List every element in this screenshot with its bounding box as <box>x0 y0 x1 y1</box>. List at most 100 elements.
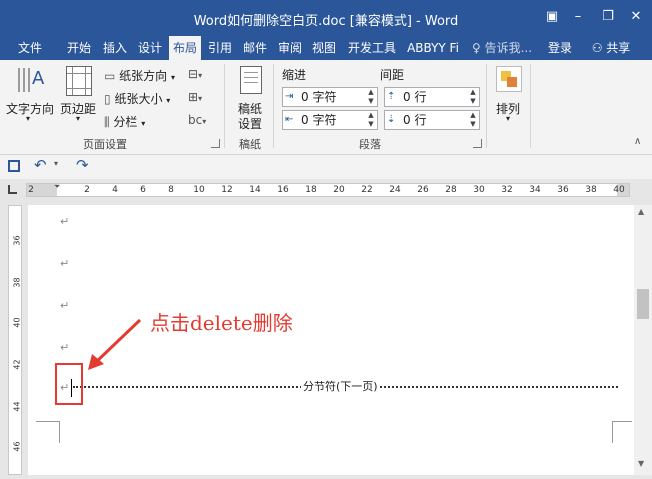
ruler-tick-label: 36 <box>557 185 569 195</box>
tab-review[interactable]: 审阅 <box>275 36 305 60</box>
minimize-button[interactable]: – <box>566 8 590 26</box>
tab-mailings[interactable]: 邮件 <box>240 36 270 60</box>
paragraph-launcher-icon[interactable] <box>473 139 482 148</box>
ruler-tick-label: 4 <box>112 185 118 195</box>
tab-layout[interactable]: 布局 <box>169 36 201 60</box>
login-link[interactable]: 登录 <box>544 36 576 60</box>
tab-file[interactable]: 文件 <box>8 36 52 60</box>
tab-view[interactable]: 视图 <box>309 36 339 60</box>
horizontal-ruler: ⏷ 2 2 4 6 8 10 12 14 16 18 20 22 24 26 28 30 32 34 36 38 40 <box>0 180 652 200</box>
indent-left-value: 0 字符 <box>301 90 337 104</box>
spacing-after-input[interactable]: ⇣ 0 行 ▲ ▼ <box>384 110 480 130</box>
spacing-before-input[interactable]: ⇡ 0 行 ▲ ▼ <box>384 87 480 107</box>
vertical-ruler: 36 38 40 42 44 46 <box>8 205 22 475</box>
vertical-scrollbar[interactable]: ▲ ▼ <box>634 205 652 475</box>
spacing-after-value: 0 行 <box>403 113 427 127</box>
paragraph-mark: ↵ <box>60 341 70 354</box>
group-divider <box>530 64 531 148</box>
ruler-tick-label: 2 <box>28 185 34 195</box>
undo-dropdown-icon[interactable]: ▾ <box>54 159 58 168</box>
breaks-button[interactable]: ⊟▾ <box>188 67 202 81</box>
ruler-tick-label: 22 <box>361 185 373 195</box>
tell-me-box[interactable]: ♀ 告诉我... <box>470 36 534 60</box>
ruler-tick-label: 40 <box>613 185 625 195</box>
vertical-ruler-tick-label: 40 <box>12 317 22 328</box>
indent-left-spinner-icon[interactable]: ▲ ▼ <box>366 88 376 106</box>
ruler-tick-label: 18 <box>305 185 317 195</box>
breaks-icon: ⊟ <box>188 67 199 81</box>
tab-insert[interactable]: 插入 <box>100 36 130 60</box>
ruler-tick-label: 2 <box>84 185 90 195</box>
paragraph-mark: ↵ <box>60 257 70 270</box>
share-button[interactable]: ⚇ 共享 <box>584 36 638 60</box>
undo-icon[interactable]: ↶ <box>34 156 47 174</box>
ribbon: A 文字方向 ▾ 页边距 ▾ ▭ 纸张方向 ▾ ▯ 纸张大小 ▾ ⫼ 分栏 ▾ … <box>0 60 652 155</box>
size-icon: ▯ <box>104 92 111 106</box>
orientation-dropdown-icon: ▾ <box>171 73 176 82</box>
indent-marker-icon[interactable]: ⏷ <box>54 182 60 192</box>
group-divider <box>486 64 487 148</box>
collapse-ribbon-icon[interactable]: ∧ <box>634 136 641 147</box>
page-setup-launcher-icon[interactable] <box>211 139 220 148</box>
scroll-up-icon[interactable]: ▲ <box>638 207 644 216</box>
indent-right-input[interactable]: ⇤ 0 字符 ▲ ▼ <box>282 110 378 130</box>
size-button[interactable]: ▯ 纸张大小 ▾ <box>104 90 170 107</box>
ruler-tick-label: 6 <box>140 185 146 195</box>
hyphenation-button[interactable]: bc▾ <box>188 113 206 127</box>
draft-group-label: 稿纸 <box>239 138 261 151</box>
ruler-tick-label: 10 <box>193 185 205 195</box>
indent-left-input[interactable]: ⇥ 0 字符 ▲ ▼ <box>282 87 378 107</box>
text-direction-dropdown-icon[interactable]: ▾ <box>26 114 30 123</box>
hyphenation-icon: bc <box>188 113 203 127</box>
orientation-label: 纸张方向 <box>119 69 168 83</box>
paragraph-mark: ↵ <box>60 215 70 228</box>
spacing-before-spinner-icon[interactable]: ▲ ▼ <box>468 88 478 106</box>
annotation-text: 点击delete删除 <box>150 311 293 335</box>
size-label: 纸张大小 <box>114 92 163 106</box>
save-icon[interactable] <box>8 160 20 172</box>
draft-settings-line2[interactable]: 设置 <box>238 115 262 132</box>
ruler-tick-label: 8 <box>168 185 174 195</box>
redo-icon[interactable]: ↷ <box>76 156 89 174</box>
line-numbers-button[interactable]: ⊞▾ <box>188 90 202 104</box>
group-divider <box>273 64 274 148</box>
scrollbar-thumb[interactable] <box>637 289 649 319</box>
spacing-after-spinner-icon[interactable]: ▲ ▼ <box>468 111 478 129</box>
tab-references[interactable]: 引用 <box>205 36 235 60</box>
ruler-tick-label: 32 <box>501 185 513 195</box>
scroll-down-icon[interactable]: ▼ <box>638 459 644 468</box>
tab-selector-icon[interactable] <box>8 185 17 194</box>
ruler-tick-label: 24 <box>389 185 401 195</box>
highlight-box <box>55 363 83 405</box>
ribbon-tabs: 文件 开始 插入 设计 布局 引用 邮件 审阅 视图 开发工具 ABBYY Fi… <box>0 36 652 60</box>
paragraph-group-label: 段落 <box>359 138 381 151</box>
orientation-button[interactable]: ▭ 纸张方向 ▾ <box>104 67 175 84</box>
close-button[interactable]: ✕ <box>624 8 648 26</box>
arrange-dropdown-icon[interactable]: ▾ <box>506 114 510 123</box>
indent-right-value: 0 字符 <box>301 113 337 127</box>
spacing-before-value: 0 行 <box>403 90 427 104</box>
tab-developer[interactable]: 开发工具 <box>344 36 400 60</box>
ruler-tick-label: 34 <box>529 185 541 195</box>
columns-icon: ⫼ <box>104 115 110 129</box>
indent-heading: 缩进 <box>282 68 307 82</box>
tab-abbyy[interactable]: ABBYY Fi <box>403 36 463 60</box>
restore-button[interactable]: ❐ <box>596 8 620 26</box>
ruler-tick-label: 12 <box>221 185 233 195</box>
page-corner-mark <box>612 421 632 443</box>
section-break-label: 分节符(下一页) <box>301 378 380 394</box>
tab-home[interactable]: 开始 <box>64 36 94 60</box>
ruler-tick-label: 30 <box>473 185 485 195</box>
page-gap <box>28 435 634 436</box>
columns-button[interactable]: ⫼ 分栏 ▾ <box>104 113 145 130</box>
paragraph-mark: ↵ <box>60 299 70 312</box>
indent-right-spinner-icon[interactable]: ▲ ▼ <box>366 111 376 129</box>
annotation-arrow-icon <box>88 318 142 370</box>
vertical-ruler-tick-label: 42 <box>12 359 22 370</box>
margins-dropdown-icon[interactable]: ▾ <box>76 114 80 123</box>
ribbon-display-options-button[interactable]: ▣ <box>540 8 564 26</box>
tab-design[interactable]: 设计 <box>135 36 165 60</box>
line-numbers-icon: ⊞ <box>188 90 199 104</box>
draft-paper-icon <box>240 66 262 94</box>
ruler-tick-label: 20 <box>333 185 345 195</box>
